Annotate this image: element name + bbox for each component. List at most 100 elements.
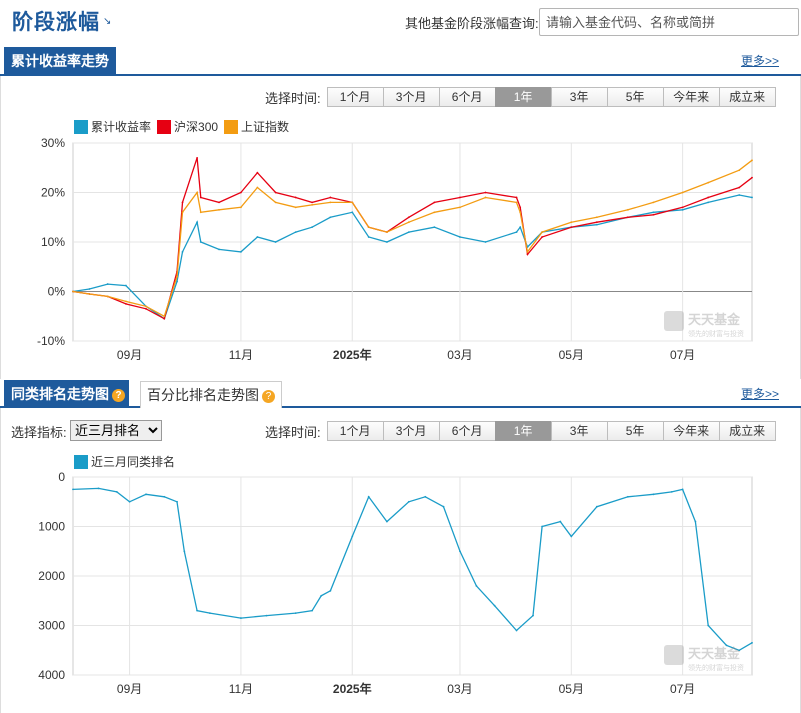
- data-point[interactable]: [176, 500, 178, 503]
- data-point[interactable]: [433, 226, 436, 229]
- data-point[interactable]: [311, 226, 314, 229]
- time-button[interactable]: 1年: [494, 87, 552, 107]
- data-point[interactable]: [515, 629, 518, 632]
- data-point[interactable]: [515, 201, 518, 204]
- data-point[interactable]: [199, 196, 202, 199]
- data-point[interactable]: [106, 295, 109, 298]
- data-point[interactable]: [459, 206, 461, 209]
- data-point[interactable]: [351, 211, 354, 214]
- data-point[interactable]: [670, 490, 673, 493]
- time-button[interactable]: 3年: [550, 87, 608, 107]
- data-point[interactable]: [115, 490, 118, 493]
- data-point[interactable]: [196, 191, 199, 194]
- time-button[interactable]: 今年来: [662, 87, 720, 107]
- data-point[interactable]: [311, 201, 314, 204]
- data-point[interactable]: [181, 211, 184, 214]
- data-point[interactable]: [751, 196, 753, 199]
- data-point[interactable]: [196, 156, 199, 159]
- data-point[interactable]: [532, 614, 534, 617]
- data-point[interactable]: [256, 236, 259, 238]
- tab-cumulative-return[interactable]: 累计收益率走势: [4, 47, 116, 75]
- data-point[interactable]: [570, 221, 573, 224]
- data-point[interactable]: [475, 585, 478, 587]
- data-point[interactable]: [240, 191, 242, 194]
- data-point[interactable]: [570, 535, 573, 538]
- data-point[interactable]: [311, 203, 314, 206]
- data-point[interactable]: [493, 604, 496, 607]
- data-point[interactable]: [595, 221, 598, 224]
- data-point[interactable]: [559, 520, 562, 523]
- time-button[interactable]: 5年: [606, 421, 664, 441]
- data-point[interactable]: [145, 305, 147, 308]
- data-point[interactable]: [329, 201, 332, 204]
- data-point[interactable]: [595, 223, 598, 226]
- data-point[interactable]: [484, 196, 487, 199]
- data-point[interactable]: [294, 206, 297, 209]
- data-point[interactable]: [707, 196, 710, 199]
- data-point[interactable]: [274, 201, 277, 204]
- data-point[interactable]: [738, 194, 741, 196]
- data-point[interactable]: [541, 525, 543, 528]
- data-point[interactable]: [163, 317, 166, 320]
- time-button[interactable]: 3个月: [382, 87, 440, 107]
- data-point[interactable]: [181, 201, 184, 204]
- data-point[interactable]: [218, 248, 220, 251]
- data-point[interactable]: [208, 612, 211, 615]
- data-point[interactable]: [459, 196, 461, 199]
- data-point[interactable]: [218, 208, 220, 211]
- data-point[interactable]: [367, 236, 370, 238]
- data-point[interactable]: [163, 315, 166, 318]
- data-point[interactable]: [751, 641, 753, 644]
- help-icon[interactable]: ?: [262, 390, 275, 403]
- help-icon[interactable]: ?: [112, 389, 125, 402]
- time-button[interactable]: 1个月: [326, 421, 384, 441]
- data-point[interactable]: [433, 201, 436, 204]
- data-point[interactable]: [125, 284, 127, 287]
- data-point[interactable]: [72, 290, 74, 293]
- data-point[interactable]: [311, 609, 314, 612]
- data-point[interactable]: [707, 201, 710, 204]
- data-point[interactable]: [541, 231, 543, 233]
- time-button[interactable]: 6个月: [438, 421, 496, 441]
- data-point[interactable]: [181, 251, 184, 253]
- data-point[interactable]: [707, 624, 710, 627]
- data-point[interactable]: [106, 283, 109, 285]
- data-point[interactable]: [265, 614, 268, 617]
- data-point[interactable]: [145, 493, 147, 496]
- data-point[interactable]: [484, 191, 487, 194]
- data-point[interactable]: [88, 293, 91, 295]
- data-point[interactable]: [751, 176, 753, 179]
- data-point[interactable]: [407, 221, 410, 224]
- more-link-2[interactable]: 更多>>: [741, 385, 779, 402]
- data-point[interactable]: [570, 226, 573, 229]
- data-point[interactable]: [681, 206, 684, 209]
- data-point[interactable]: [407, 500, 410, 503]
- tab-percent-rank-trend[interactable]: 百分比排名走势图?: [140, 381, 282, 408]
- data-point[interactable]: [196, 609, 199, 612]
- data-point[interactable]: [256, 186, 259, 189]
- data-point[interactable]: [125, 300, 127, 303]
- data-point[interactable]: [351, 201, 354, 204]
- data-point[interactable]: [125, 302, 127, 305]
- data-point[interactable]: [459, 550, 461, 553]
- data-point[interactable]: [595, 216, 598, 219]
- data-point[interactable]: [526, 253, 529, 256]
- time-button[interactable]: 成立来: [718, 87, 776, 107]
- data-point[interactable]: [367, 226, 370, 229]
- data-point[interactable]: [652, 211, 655, 214]
- data-point[interactable]: [681, 488, 684, 491]
- data-point[interactable]: [294, 196, 297, 199]
- data-point[interactable]: [541, 236, 543, 238]
- time-button[interactable]: 1年: [494, 421, 552, 441]
- indicator-select[interactable]: 近三月排名: [70, 420, 162, 441]
- data-point[interactable]: [681, 208, 684, 211]
- data-point[interactable]: [294, 231, 297, 233]
- time-button[interactable]: 3个月: [382, 421, 440, 441]
- data-point[interactable]: [519, 226, 522, 229]
- data-point[interactable]: [595, 505, 598, 508]
- data-point[interactable]: [88, 288, 91, 290]
- data-point[interactable]: [484, 241, 487, 243]
- data-point[interactable]: [367, 495, 370, 498]
- time-button[interactable]: 成立来: [718, 421, 776, 441]
- time-button[interactable]: 3年: [550, 421, 608, 441]
